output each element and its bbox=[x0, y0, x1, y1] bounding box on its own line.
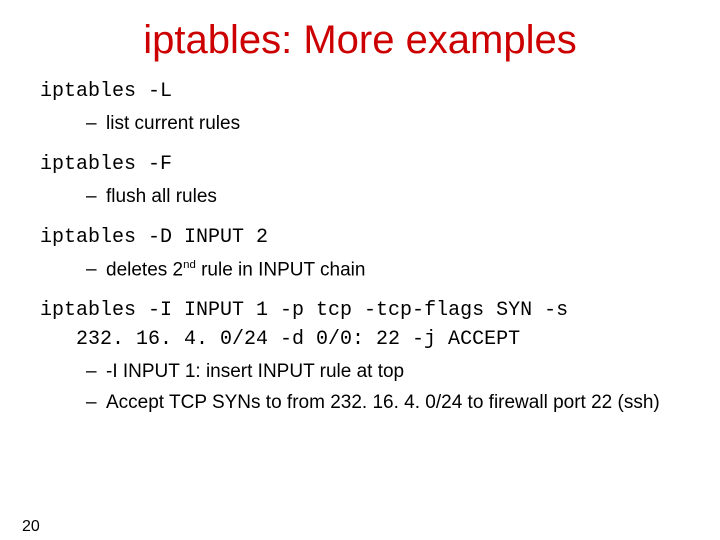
slide-title: iptables: More examples bbox=[0, 18, 720, 63]
command-insert-line1: iptables -I INPUT 1 -p tcp -tcp-flags SY… bbox=[40, 298, 690, 323]
command-insert-line2: 232. 16. 4. 0/24 -d 0/0: 22 -j ACCEPT bbox=[40, 327, 690, 352]
page-number: 20 bbox=[22, 518, 40, 536]
desc3-sup: nd bbox=[183, 259, 196, 271]
command-flush: iptables -F bbox=[40, 152, 690, 177]
bullet-accept-syn: Accept TCP SYNs to from 232. 16. 4. 0/24… bbox=[86, 391, 690, 415]
desc3-pre: deletes 2 bbox=[106, 259, 183, 280]
command-list: iptables -L bbox=[40, 79, 690, 104]
desc3-post: rule in INPUT chain bbox=[196, 259, 366, 280]
bullet-list-rules: list current rules bbox=[86, 112, 690, 136]
slide-body: iptables -L list current rules iptables … bbox=[0, 79, 720, 415]
bullet-insert-top: -I INPUT 1: insert INPUT rule at top bbox=[86, 360, 690, 384]
bullet-flush-rules: flush all rules bbox=[86, 185, 690, 209]
bullet-delete-rule: deletes 2nd rule in INPUT chain bbox=[86, 258, 690, 282]
command-delete: iptables -D INPUT 2 bbox=[40, 225, 690, 250]
slide: iptables: More examples iptables -L list… bbox=[0, 18, 720, 540]
